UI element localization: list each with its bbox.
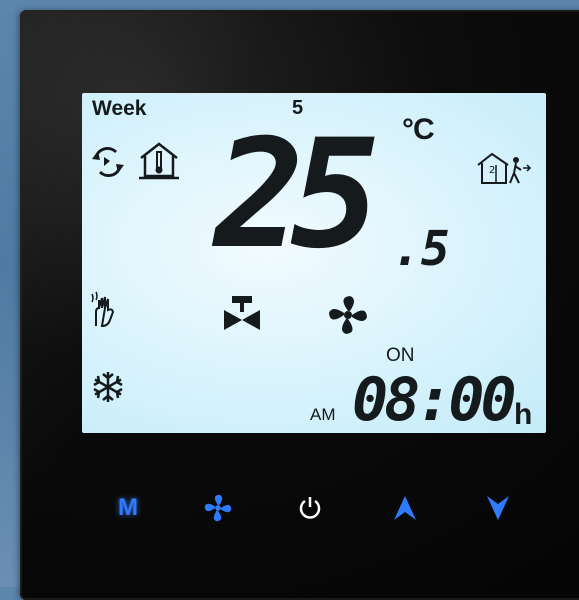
svg-text:2: 2 <box>489 165 495 176</box>
clock-time: 08:00 <box>352 365 517 435</box>
fan-button[interactable] <box>198 488 238 528</box>
temperature-unit: °C <box>402 113 435 146</box>
hand-heat-icon <box>91 291 115 328</box>
time-unit: h <box>514 398 533 431</box>
valve-icon <box>224 296 260 330</box>
schedule-on-label: ON <box>386 345 415 366</box>
fan-icon <box>204 494 232 522</box>
snowflake-icon <box>93 372 123 402</box>
up-arrow-icon <box>394 496 416 520</box>
mode-button-label: M <box>118 494 138 521</box>
power-icon <box>299 497 321 519</box>
house-person-exit-icon: 2 <box>477 152 532 184</box>
fan-icon <box>329 296 367 334</box>
up-button[interactable] <box>385 488 425 528</box>
temperature-decimal: .5 <box>392 221 450 277</box>
power-button[interactable] <box>290 488 330 528</box>
week-label: Week <box>92 97 147 120</box>
down-arrow-icon <box>487 496 509 520</box>
house-thermometer-icon <box>139 142 179 180</box>
mode-button[interactable]: M <box>108 488 148 528</box>
lcd-screen: Week 5 °C 25 .5 ON AM 08:00 h 2 <box>82 93 546 435</box>
temperature-value: 25 <box>214 108 381 282</box>
down-button[interactable] <box>478 488 518 528</box>
am-label: AM <box>310 405 336 424</box>
auto-cycle-icon <box>92 147 124 177</box>
